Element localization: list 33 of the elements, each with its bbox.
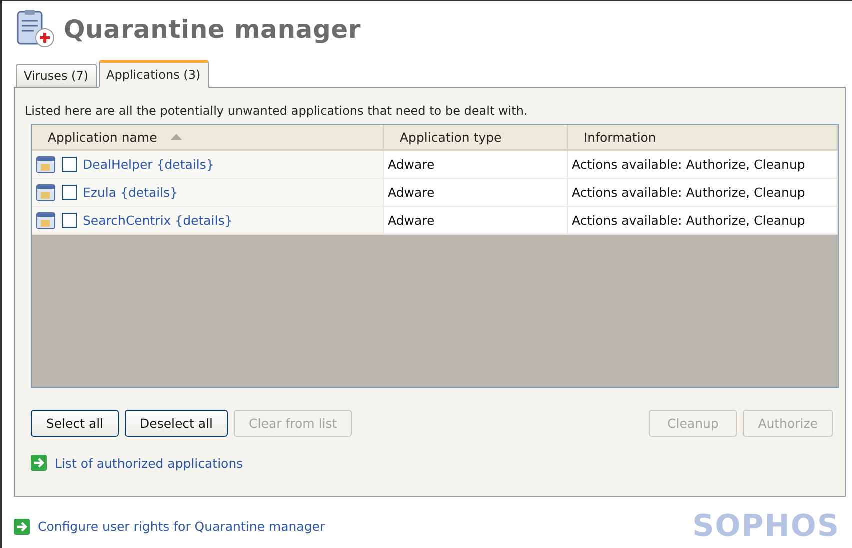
description-text: Listed here are all the potentially unwanted applications that need to be dealt with. <box>25 104 529 118</box>
tab[interactable]: Viruses (7) <box>16 64 97 88</box>
table-cell: Adware <box>384 179 568 207</box>
application-icon <box>36 156 56 174</box>
application-link[interactable]: SearchCentrix {details} <box>83 213 233 228</box>
application-link[interactable]: Ezula {details} <box>83 185 178 200</box>
application-link[interactable]: DealHelper {details} <box>83 157 214 172</box>
authorized-list-link[interactable]: List of authorized applications <box>55 456 244 470</box>
column-label: Information <box>584 130 656 144</box>
table-cell: Actions available: Authorize, Cleanup <box>568 151 838 179</box>
brand-logo: SOPHOS <box>692 509 840 544</box>
column-header[interactable]: Application name <box>32 125 384 151</box>
application-icon <box>36 212 56 230</box>
sort-arrow-icon <box>171 134 182 140</box>
column-label: Application type <box>400 130 502 144</box>
column-header[interactable]: Application type <box>384 125 568 151</box>
column-header[interactable]: Information <box>568 125 838 151</box>
table-cell: Actions available: Authorize, Cleanup <box>568 179 838 207</box>
page-title: Quarantine manager <box>64 14 362 44</box>
table-cell: Adware <box>384 207 568 235</box>
table-cell: Adware <box>384 151 568 179</box>
checkbox[interactable] <box>62 185 77 200</box>
application-icon <box>36 184 56 202</box>
tab[interactable]: Applications (3) <box>98 60 209 88</box>
user-rights-link[interactable]: Configure user rights for Quarantine manager <box>38 519 326 534</box>
checkbox[interactable] <box>62 157 77 172</box>
arrow-icon <box>14 518 30 534</box>
action-button[interactable]: Deselect all <box>125 410 228 437</box>
arrow-icon <box>31 455 47 471</box>
action-button[interactable]: Select all <box>31 410 119 437</box>
table-cell: Actions available: Authorize, Cleanup <box>568 207 838 235</box>
checkbox[interactable] <box>62 213 77 228</box>
column-label: Application name <box>48 130 158 144</box>
